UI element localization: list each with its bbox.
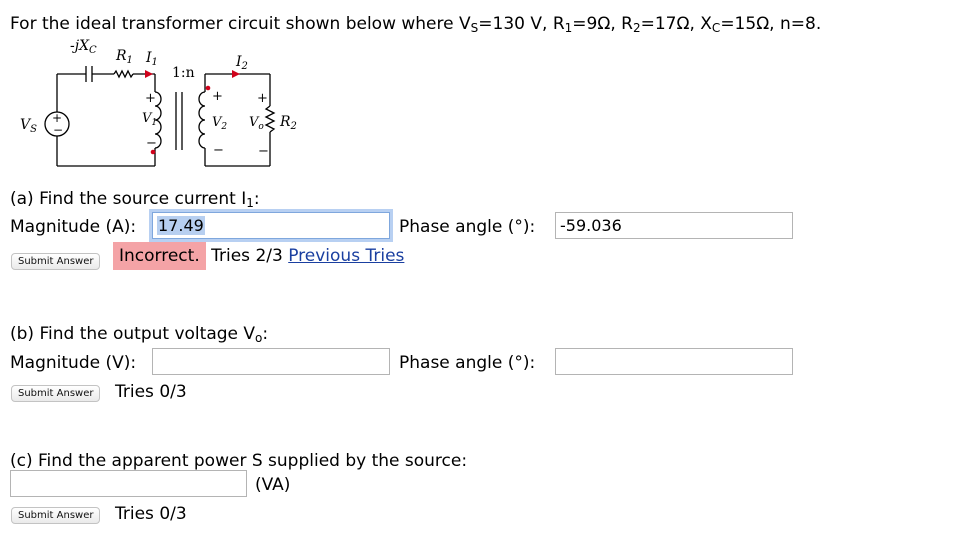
svg-text:+: + <box>145 91 156 106</box>
svg-text:+: + <box>257 91 268 106</box>
part-b-magnitude-input[interactable] <box>152 348 390 375</box>
part-a-submit-button[interactable]: Submit Answer <box>11 253 101 270</box>
i1-label: I1 <box>145 50 158 68</box>
i2-label: I2 <box>235 54 248 72</box>
i2-arrow-icon <box>232 70 240 78</box>
v1-label: V1 <box>142 111 157 128</box>
part-c-power-input[interactable] <box>10 470 247 497</box>
secondary-dot <box>205 85 211 91</box>
part-c-unit: (VA) <box>255 475 291 495</box>
part-c-submit-button[interactable]: Submit Answer <box>11 507 101 524</box>
part-b-question: (b) Find the output voltage Vo: <box>10 324 269 345</box>
part-a-tries: Tries 2/3 <box>211 246 283 266</box>
svg-text:+: + <box>212 89 223 104</box>
part-a-phase-input[interactable]: -59.036 <box>555 212 793 239</box>
ratio-label: 1:n <box>172 65 195 81</box>
part-c-question: (c) Find the apparent power S supplied b… <box>10 451 468 471</box>
part-b-magnitude-label: Magnitude (V): <box>10 353 137 373</box>
vo-label: Vo <box>249 115 264 132</box>
v2-label: V2 <box>212 115 227 132</box>
part-b-phase-label: Phase angle (°): <box>399 353 536 373</box>
incorrect-badge: Incorrect. <box>113 242 206 270</box>
problem-statement: For the ideal transformer circuit shown … <box>10 14 822 35</box>
part-a-magnitude-label: Magnitude (A): <box>10 217 137 237</box>
part-a-question: (a) Find the source current I1: <box>10 189 260 210</box>
previous-tries-link[interactable]: Previous Tries <box>288 246 404 266</box>
i1-arrow-icon <box>145 70 153 78</box>
part-a-magnitude-input[interactable]: 17.49 <box>152 212 390 239</box>
part-b-submit-button[interactable]: Submit Answer <box>11 385 101 402</box>
svg-text:−: − <box>146 136 157 151</box>
svg-text:−: − <box>258 144 269 159</box>
part-b-tries: Tries 0/3 <box>115 382 187 402</box>
xc-label: -jXC <box>70 38 97 56</box>
circuit-diagram: -jXC R1 I1 1:n I2 + − VS + V1 − + V2 − +… <box>20 38 297 167</box>
vs-label: VS <box>20 117 37 135</box>
part-a-phase-label: Phase angle (°): <box>399 217 536 237</box>
part-a-feedback: Incorrect. Tries 2/3 Previous Tries <box>113 242 404 270</box>
part-c-tries: Tries 0/3 <box>115 504 187 524</box>
svg-text:−: − <box>53 123 63 137</box>
r2-label: R2 <box>279 114 297 132</box>
svg-text:−: − <box>213 143 224 158</box>
r1-label: R1 <box>115 48 133 66</box>
part-b-phase-input[interactable] <box>555 348 793 375</box>
